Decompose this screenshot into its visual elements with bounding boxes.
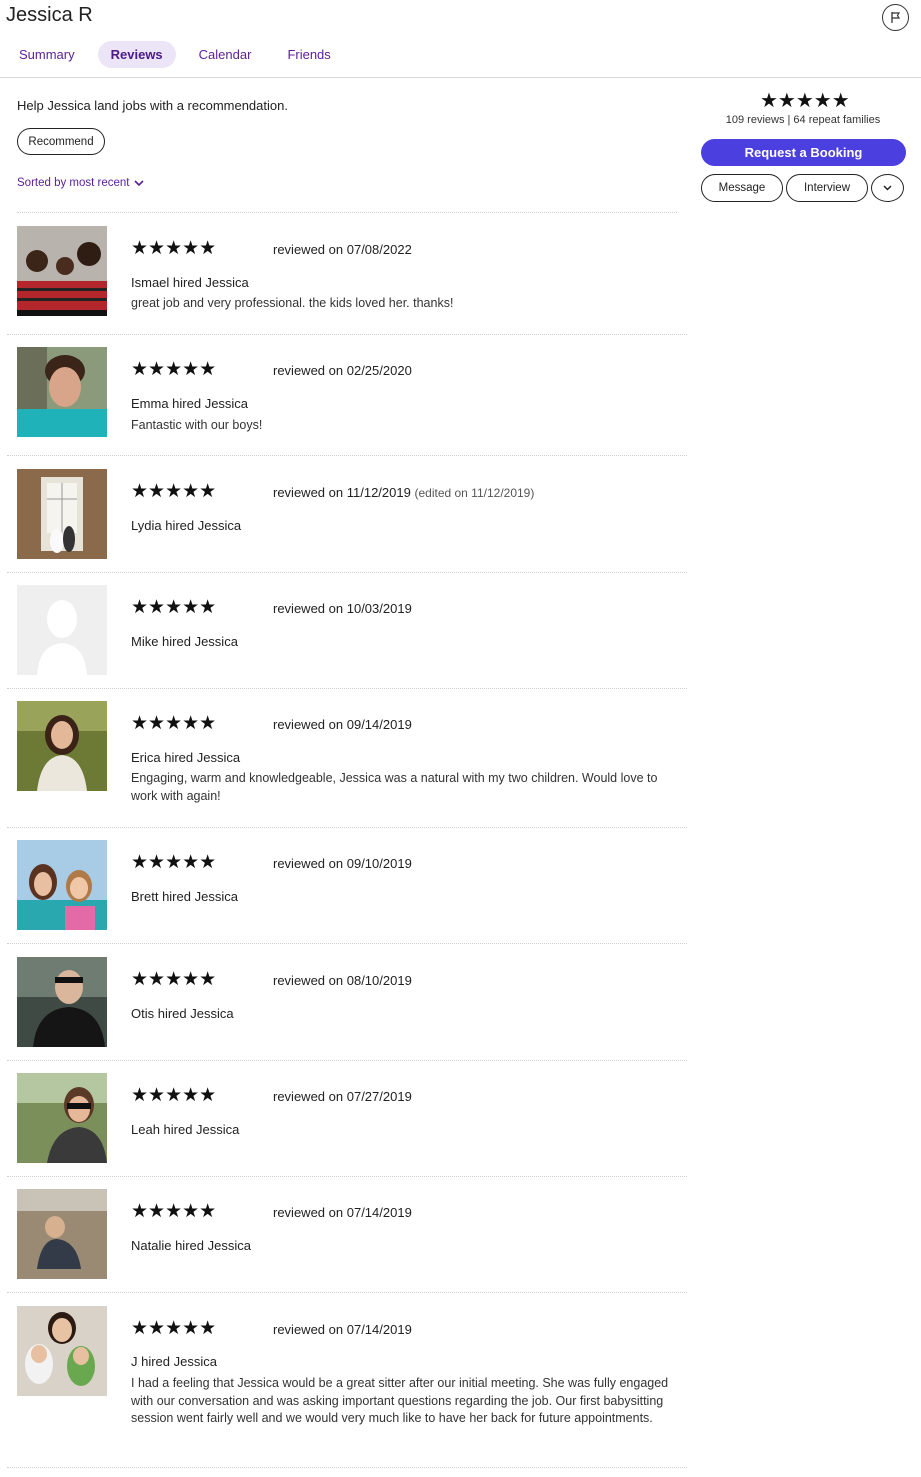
divider — [7, 688, 687, 689]
review-text: I had a feeling that Jessica would be a … — [131, 1376, 669, 1425]
page-title: Jessica R — [6, 4, 93, 26]
reviewer-avatar — [17, 585, 107, 675]
review-stars: ★★★★★ — [131, 359, 217, 380]
reviewer-avatar — [17, 226, 107, 316]
review-stars: ★★★★★ — [131, 1201, 217, 1222]
divider — [17, 212, 677, 213]
divider — [7, 334, 687, 335]
reviewer-name: J hired Jessica — [131, 1354, 217, 1369]
review-stars: ★★★★★ — [131, 852, 217, 873]
review-stars: ★★★★★ — [131, 238, 217, 259]
divider — [7, 572, 687, 573]
review-text: Engaging, warm and knowledgeable, Jessic… — [131, 771, 658, 803]
tab-reviews[interactable]: Reviews — [97, 41, 176, 68]
reviewer-avatar — [17, 1073, 107, 1163]
overall-rating-stars: ★★★★★ — [760, 90, 850, 112]
reviews-count: 109 reviews | 64 repeat families — [725, 114, 881, 126]
reviewer-name: Brett hired Jessica — [131, 889, 238, 904]
review-date: reviewed on 07/14/2019 — [273, 1322, 412, 1337]
review-stars: ★★★★★ — [131, 713, 217, 734]
review-date: reviewed on 08/10/2019 — [273, 973, 412, 988]
divider — [7, 827, 687, 828]
chevron-down-icon — [883, 185, 892, 191]
reviewer-avatar — [17, 1189, 107, 1279]
review-stars: ★★★★★ — [131, 969, 217, 990]
reviewer-avatar — [17, 347, 107, 437]
review-date: reviewed on 10/03/2019 — [273, 601, 412, 616]
reviewer-avatar — [17, 1306, 107, 1396]
edited-note: (edited on 11/12/2019) — [414, 486, 535, 500]
reviewer-name: Leah hired Jessica — [131, 1122, 240, 1137]
recommend-button[interactable]: Recommend — [17, 128, 105, 155]
divider — [7, 455, 687, 456]
more-options-button[interactable] — [871, 174, 904, 202]
sort-dropdown[interactable]: Sorted by most recent — [17, 177, 144, 189]
reviewer-avatar — [17, 701, 107, 791]
tab-calendar[interactable]: Calendar — [186, 41, 265, 68]
review-stars: ★★★★★ — [131, 597, 217, 618]
reviewer-name: Otis hired Jessica — [131, 1006, 234, 1021]
review-date: reviewed on 02/25/2020 — [273, 363, 412, 378]
flag-icon — [891, 12, 901, 23]
profile-tabs: Summary Reviews Calendar Friends — [6, 41, 354, 68]
divider — [7, 1176, 687, 1177]
reviewer-name: Ismael hired Jessica — [131, 275, 249, 290]
review-date: reviewed on 07/08/2022 — [273, 242, 412, 257]
review-stars: ★★★★★ — [131, 1085, 217, 1106]
reviewer-name: Erica hired Jessica — [131, 750, 241, 765]
review-stars: ★★★★★ — [131, 481, 217, 502]
review-date: reviewed on 07/14/2019 — [273, 1205, 412, 1220]
review-date: reviewed on 11/12/2019 (edited on 11/12/… — [273, 485, 535, 500]
review-date: reviewed on 09/14/2019 — [273, 717, 412, 732]
divider — [7, 1060, 687, 1061]
divider — [7, 943, 687, 944]
reviewer-name: Natalie hired Jessica — [131, 1238, 251, 1253]
review-stars: ★★★★★ — [131, 1318, 217, 1339]
report-flag-button[interactable] — [882, 4, 909, 31]
divider — [7, 1467, 687, 1468]
sort-label: Sorted by most recent — [17, 177, 130, 189]
reviewer-name: Lydia hired Jessica — [131, 518, 242, 533]
request-booking-button[interactable]: Request a Booking — [701, 139, 906, 166]
review-date: reviewed on 07/27/2019 — [273, 1089, 412, 1104]
message-button[interactable]: Message — [701, 174, 783, 202]
reviewer-avatar — [17, 840, 107, 930]
reviewer-avatar — [17, 469, 107, 559]
review-text: Fantastic with our boys! — [131, 418, 263, 432]
tab-summary[interactable]: Summary — [6, 41, 88, 68]
profile-header: Jessica R Summary Reviews Calendar Frien… — [0, 0, 921, 78]
interview-button[interactable]: Interview — [786, 174, 868, 202]
chevron-down-icon — [133, 179, 144, 186]
reviewer-avatar — [17, 957, 107, 1047]
divider — [7, 1292, 687, 1293]
reviewer-name: Emma hired Jessica — [131, 396, 249, 411]
review-text: great job and very professional. the kid… — [131, 296, 454, 310]
reviewer-name: Mike hired Jessica — [131, 634, 238, 649]
recommend-help-text: Help Jessica land jobs with a recommenda… — [17, 98, 288, 113]
review-date: reviewed on 09/10/2019 — [273, 856, 412, 871]
tab-friends[interactable]: Friends — [274, 41, 343, 68]
